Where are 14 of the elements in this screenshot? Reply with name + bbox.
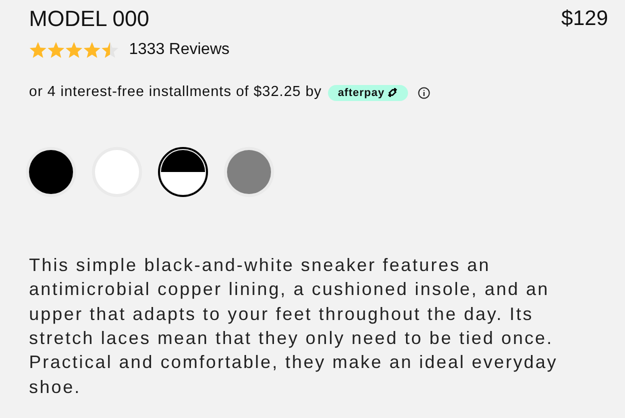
info-icon[interactable] (418, 86, 430, 99)
color-swatch[interactable] (158, 146, 208, 197)
star-icon (65, 42, 83, 58)
star-icon (101, 42, 119, 58)
afterpay-badge: afterpay (328, 84, 408, 101)
review-count[interactable]: 1333 Reviews (129, 38, 230, 62)
product-title: MODEL 000 (29, 5, 150, 33)
star-icon (83, 42, 101, 58)
star-icon (47, 42, 65, 58)
star-icon (29, 42, 47, 58)
product-price: $129 (561, 6, 608, 32)
installments-text: or 4 interest-free installments of $32.25 by (29, 83, 322, 102)
product-description: This simple black-and-white sneaker features an antimicrobial copper lining, a cushioned insole, and an upper that adapts to your feet throughout the day. Its stretch laces mean that they only need to be tied once. Practical and comfortable, they make an ideal everyday shoe. (29, 254, 559, 399)
loop-arrows-icon (386, 88, 398, 98)
